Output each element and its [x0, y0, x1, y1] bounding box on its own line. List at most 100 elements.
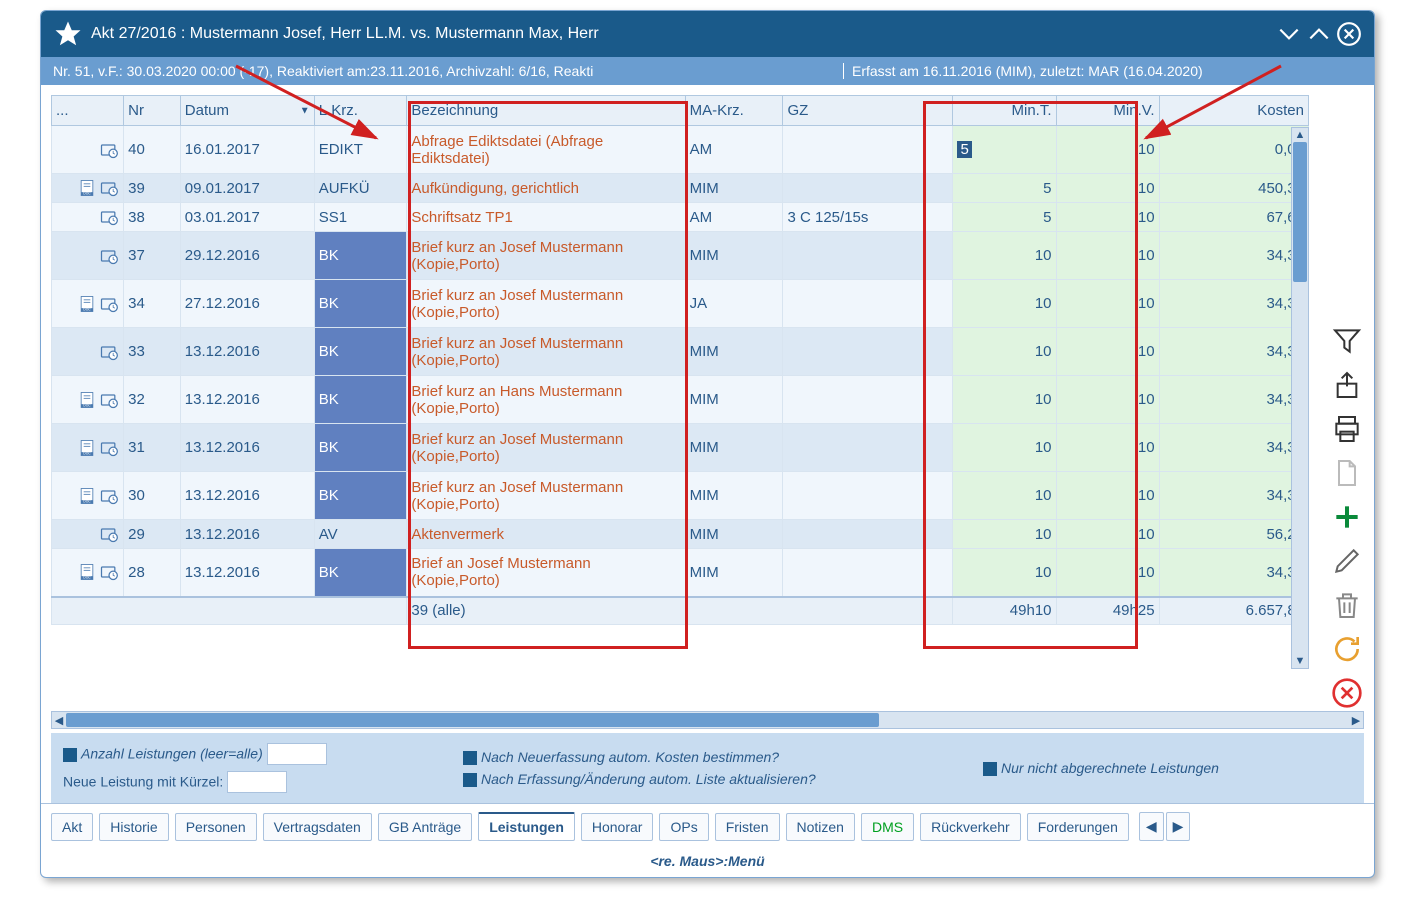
tab-historie[interactable]: Historie [99, 813, 168, 841]
table-cell[interactable]: Aktenvermerk [407, 520, 685, 549]
table-cell[interactable]: 16.01.2017 [180, 126, 314, 174]
nurnicht-option[interactable]: Nur nicht abgerechnete Leistungen [983, 760, 1352, 776]
down-in-icon[interactable] [1276, 21, 1302, 47]
table-cell[interactable]: 34,30 [1159, 549, 1308, 597]
table-cell[interactable]: MIM [685, 328, 783, 376]
tab-fristen[interactable]: Fristen [715, 813, 780, 841]
table-cell[interactable]: 13.12.2016 [180, 472, 314, 520]
table-cell[interactable]: 10 [953, 328, 1056, 376]
neue-leistung-option[interactable]: Neue Leistung mit Kürzel: [63, 771, 443, 793]
table-cell[interactable]: 0,00 [1159, 126, 1308, 174]
table-cell[interactable]: 33 [124, 328, 181, 376]
doc-icon[interactable]: DOC [77, 486, 97, 506]
table-cell[interactable]: 5 [953, 203, 1056, 232]
tab-dms[interactable]: DMS [861, 813, 914, 841]
table-row[interactable]: 3729.12.2016BKBrief kurz an Josef Muster… [52, 232, 1309, 280]
table-cell[interactable]: 34,30 [1159, 280, 1308, 328]
table-cell[interactable] [783, 520, 953, 549]
col-datum[interactable]: Datum▼ [180, 96, 314, 126]
table-cell[interactable]: 13.12.2016 [180, 328, 314, 376]
table-row[interactable]: 4016.01.2017EDIKTAbfrage Ediktsdatei (Ab… [52, 126, 1309, 174]
vertical-scrollbar[interactable]: ▲ ▼ [1291, 127, 1309, 669]
table-cell[interactable]: 34,30 [1159, 424, 1308, 472]
table-cell[interactable]: 10 [953, 549, 1056, 597]
table-cell[interactable]: 56,28 [1159, 520, 1308, 549]
document-icon[interactable] [1331, 457, 1363, 489]
table-cell[interactable]: 10 [953, 520, 1056, 549]
table-cell[interactable]: BK [314, 376, 407, 424]
doc-icon[interactable]: DOC [77, 438, 97, 458]
table-cell[interactable]: 10 [953, 232, 1056, 280]
table-cell[interactable]: 10 [1056, 280, 1159, 328]
folder-clock-icon[interactable] [99, 390, 119, 410]
table-cell[interactable]: 67,68 [1159, 203, 1308, 232]
table-cell[interactable]: Brief an Josef Mustermann (Kopie,Porto) [407, 549, 685, 597]
table-cell[interactable]: 3 C 125/15s [783, 203, 953, 232]
table-cell[interactable]: 10 [1056, 174, 1159, 203]
scroll-up-icon[interactable]: ▲ [1292, 128, 1308, 142]
table-cell[interactable]: 28 [124, 549, 181, 597]
table-cell[interactable]: 34 [124, 280, 181, 328]
filter-icon[interactable] [1331, 325, 1363, 357]
table-row[interactable]: DOC3213.12.2016BKBrief kurz an Hans Must… [52, 376, 1309, 424]
col-lkrz[interactable]: L.Krz. [314, 96, 407, 126]
col-nr[interactable]: Nr [124, 96, 181, 126]
table-row[interactable]: DOC3013.12.2016BKBrief kurz an Josef Mus… [52, 472, 1309, 520]
table-row[interactable]: DOC3113.12.2016BKBrief kurz an Josef Mus… [52, 424, 1309, 472]
table-cell[interactable]: 03.01.2017 [180, 203, 314, 232]
table-cell[interactable]: Brief kurz an Josef Mustermann (Kopie,Po… [407, 424, 685, 472]
table-cell[interactable]: BK [314, 424, 407, 472]
folder-clock-icon[interactable] [99, 178, 119, 198]
table-cell[interactable]: 34,30 [1159, 232, 1308, 280]
table-cell[interactable]: 450,38 [1159, 174, 1308, 203]
table-cell[interactable] [783, 280, 953, 328]
table-cell[interactable]: 10 [1056, 549, 1159, 597]
scroll-down-icon[interactable]: ▼ [1292, 654, 1308, 668]
folder-clock-icon[interactable] [99, 246, 119, 266]
folder-clock-icon[interactable] [99, 438, 119, 458]
tab-rückverkehr[interactable]: Rückverkehr [920, 813, 1021, 841]
table-cell[interactable]: AV [314, 520, 407, 549]
table-cell[interactable]: AUFKÜ [314, 174, 407, 203]
anzahl-input[interactable] [267, 743, 327, 765]
doc-icon[interactable]: DOC [77, 294, 97, 314]
table-cell[interactable]: MIM [685, 232, 783, 280]
col-gz[interactable]: GZ [783, 96, 953, 126]
anzahl-leistungen-option[interactable]: Anzahl Leistungen (leer=alle) [63, 743, 443, 765]
hscroll-thumb[interactable] [66, 713, 879, 727]
table-cell[interactable]: MIM [685, 174, 783, 203]
table-cell[interactable]: BK [314, 280, 407, 328]
table-cell[interactable]: MIM [685, 549, 783, 597]
col-minv[interactable]: Min.V. [1056, 96, 1159, 126]
table-cell[interactable]: AM [685, 203, 783, 232]
tab-honorar[interactable]: Honorar [581, 813, 654, 841]
table-cell[interactable]: Abfrage Ediktsdatei (Abfrage Ediktsdatei… [407, 126, 685, 174]
vscroll-thumb[interactable] [1293, 142, 1307, 282]
table-cell[interactable]: MIM [685, 520, 783, 549]
col-kosten[interactable]: Kosten [1159, 96, 1308, 126]
doc-icon[interactable]: DOC [77, 562, 97, 582]
table-cell[interactable]: 39 [124, 174, 181, 203]
table-cell[interactable]: 5 [953, 174, 1056, 203]
table-row[interactable]: 3313.12.2016BKBrief kurz an Josef Muster… [52, 328, 1309, 376]
tab-notizen[interactable]: Notizen [786, 813, 855, 841]
table-cell[interactable]: 10 [953, 472, 1056, 520]
table-cell[interactable]: 29 [124, 520, 181, 549]
table-cell[interactable]: 10 [953, 376, 1056, 424]
table-cell[interactable]: 13.12.2016 [180, 520, 314, 549]
table-cell[interactable]: Brief kurz an Josef Mustermann (Kopie,Po… [407, 472, 685, 520]
table-cell[interactable] [783, 376, 953, 424]
neuerfassung-option[interactable]: Nach Neuerfassung autom. Kosten bestimme… [463, 749, 963, 765]
table-cell[interactable]: MIM [685, 472, 783, 520]
refresh-icon[interactable] [1331, 633, 1363, 665]
table-cell[interactable] [783, 424, 953, 472]
table-cell[interactable]: SS1 [314, 203, 407, 232]
table-cell[interactable]: BK [314, 549, 407, 597]
table-cell[interactable]: 10 [1056, 424, 1159, 472]
table-cell[interactable]: MIM [685, 424, 783, 472]
table-cell[interactable]: 34,30 [1159, 328, 1308, 376]
table-cell[interactable]: MIM [685, 376, 783, 424]
table-cell[interactable]: Brief kurz an Josef Mustermann (Kopie,Po… [407, 328, 685, 376]
table-row[interactable]: DOC2813.12.2016BKBrief an Josef Musterma… [52, 549, 1309, 597]
tab-ops[interactable]: OPs [659, 813, 708, 841]
